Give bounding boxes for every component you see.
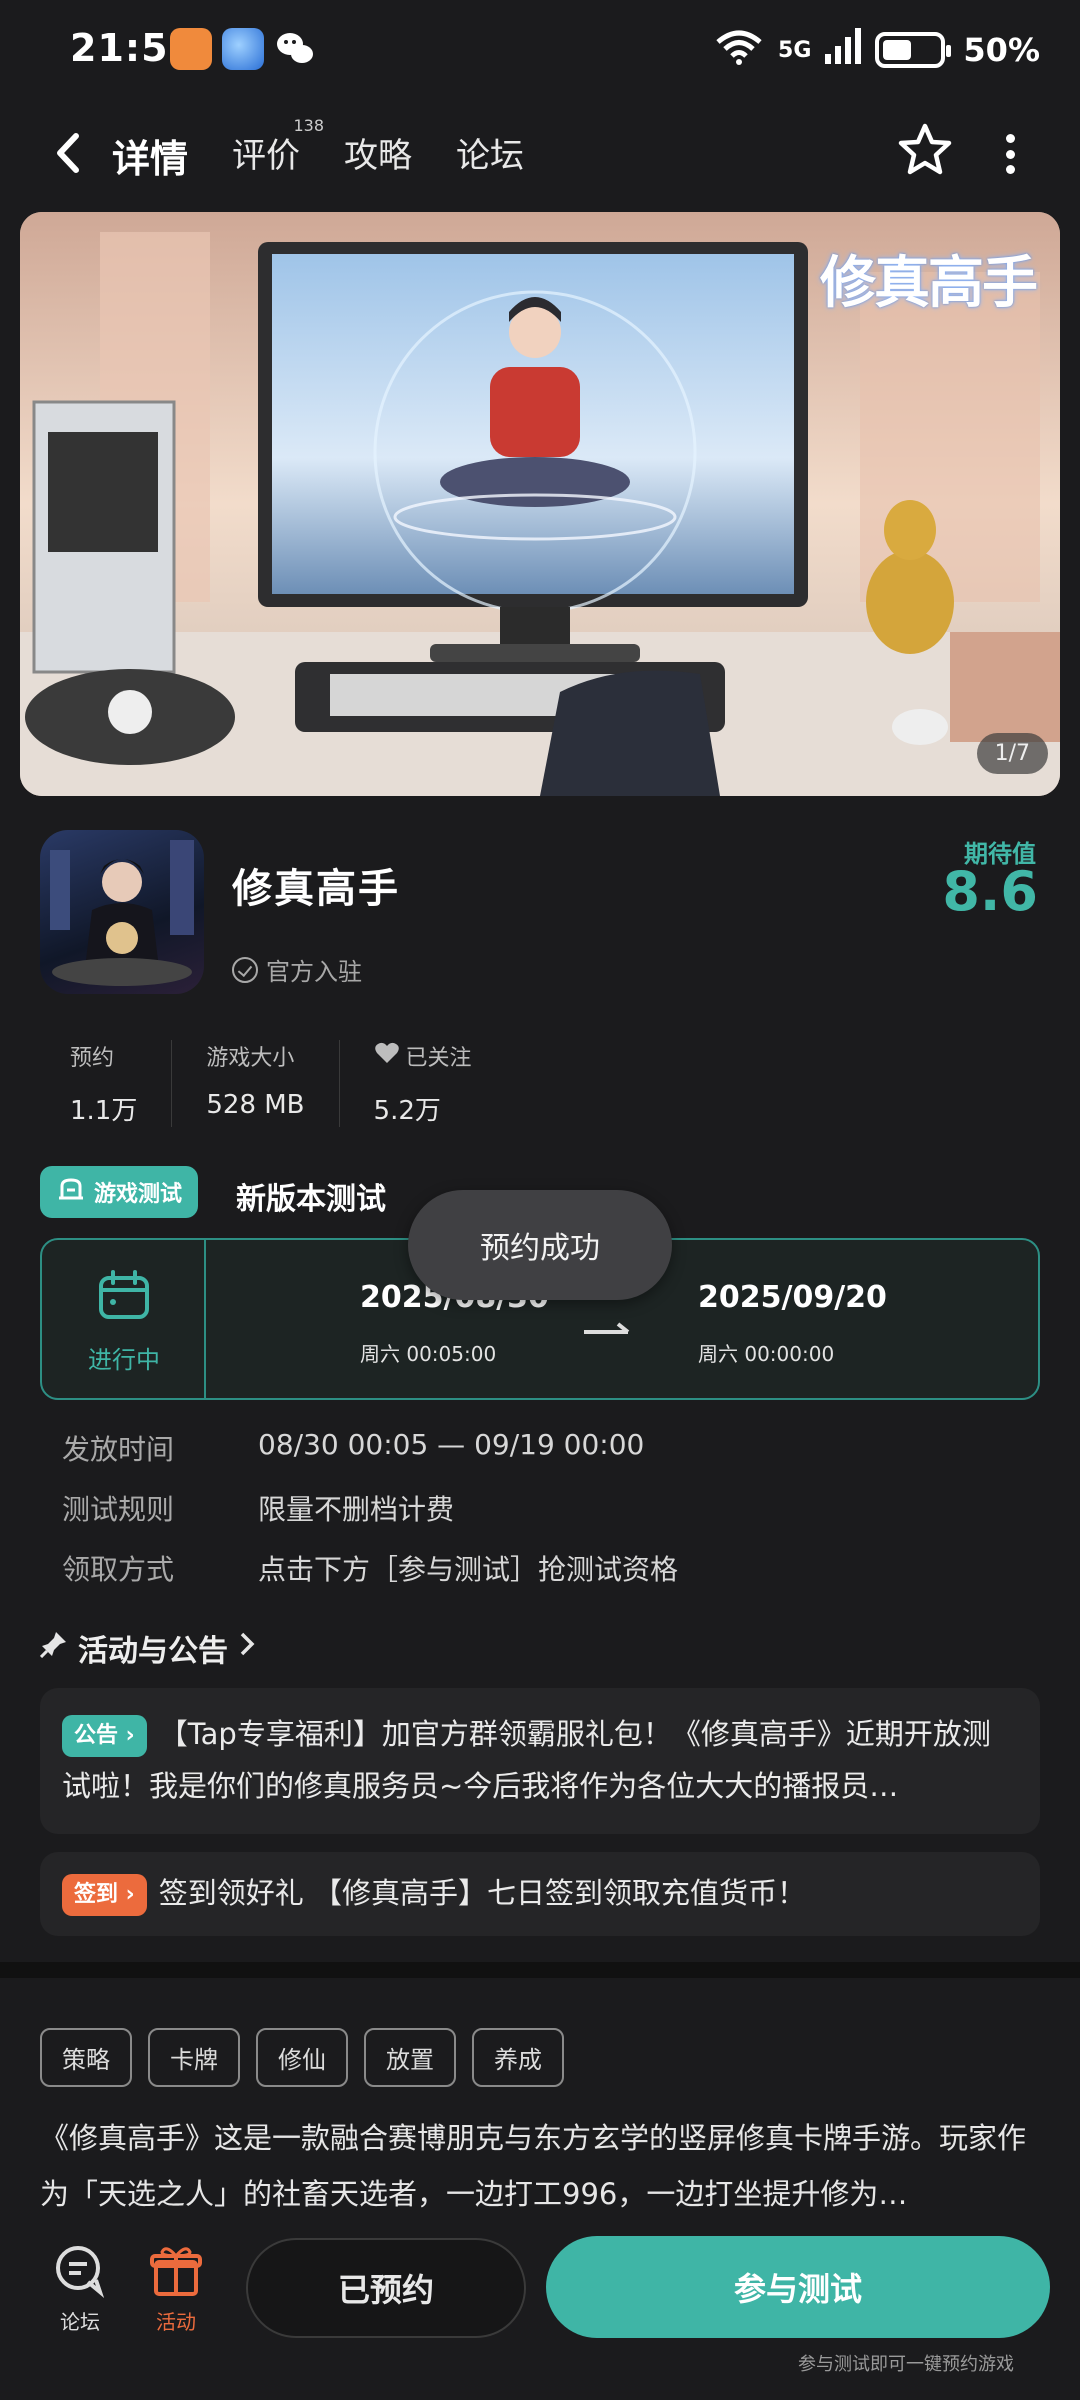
back-icon[interactable] bbox=[48, 128, 88, 178]
tab-guides[interactable]: 攻略 bbox=[344, 128, 412, 183]
tag-strategy[interactable]: 策略 bbox=[40, 2028, 132, 2087]
game-stats: 预约 1.1万 游戏大小 528 MB 已关注 5.2万 bbox=[40, 1040, 506, 1127]
test-tube-icon bbox=[56, 1174, 86, 1210]
calendar-icon bbox=[98, 1270, 150, 1320]
reserved-button[interactable]: 已预约 bbox=[246, 2238, 526, 2338]
stat-followers[interactable]: 已关注 5.2万 bbox=[338, 1040, 506, 1127]
chevron-right-icon bbox=[238, 1630, 256, 1666]
announcement-pill: 公告 › bbox=[62, 1715, 147, 1757]
expectation-score: 8.6 bbox=[942, 860, 1038, 923]
tag-idle[interactable]: 放置 bbox=[364, 2028, 456, 2087]
check-circle-icon bbox=[232, 956, 258, 983]
game-description[interactable]: 《修真高手》这是一款融合赛博朋克与东方玄学的竖屏修真卡牌手游。玩家作为「天选之人… bbox=[40, 2110, 1050, 2222]
arrow-right-icon bbox=[582, 1320, 632, 1340]
checkin-pill: 签到 › bbox=[62, 1874, 147, 1916]
official-badge: 官方入驻 bbox=[232, 952, 362, 987]
test-end-time: 周六 00:00:00 bbox=[698, 1342, 835, 1366]
network-label: 5G bbox=[778, 37, 812, 63]
review-count-badge: 138 bbox=[293, 116, 325, 135]
game-tags: 策略 卡牌 修仙 放置 养成 bbox=[40, 2028, 564, 2087]
carousel-page-indicator: 1/7 bbox=[976, 733, 1048, 774]
top-nav: 详情 评价 138 攻略 论坛 bbox=[0, 110, 1080, 200]
test-title: 新版本测试 bbox=[236, 1182, 386, 1217]
tag-raising[interactable]: 养成 bbox=[472, 2028, 564, 2087]
rule-test-rule: 测试规则 限量不删档计费 bbox=[62, 1493, 455, 1526]
signal-icon bbox=[823, 26, 863, 74]
wechat-icon bbox=[274, 28, 316, 70]
favorite-star-icon[interactable] bbox=[895, 120, 955, 180]
heart-icon bbox=[374, 1041, 400, 1071]
tag-cultivation[interactable]: 修仙 bbox=[256, 2028, 348, 2087]
activities-announcements-link[interactable]: 活动与公告 bbox=[39, 1626, 256, 1670]
battery-icon bbox=[875, 32, 952, 68]
rule-claim-method: 领取方式 点击下方［参与测试］抢测试资格 bbox=[62, 1553, 679, 1586]
join-test-hint: 参与测试即可一键预约游戏 bbox=[798, 2354, 1014, 2375]
stat-size: 游戏大小 528 MB bbox=[171, 1040, 338, 1127]
screenshot-carousel[interactable]: 修真高手 1/7 bbox=[20, 212, 1060, 796]
reservation-success-toast: 预约成功 bbox=[408, 1190, 672, 1300]
bottom-action-bar: 论坛 活动 已预约 参与测试 参与测试即可一键预约游戏 bbox=[0, 2218, 1080, 2400]
pin-icon bbox=[39, 1630, 68, 1666]
announcement-item[interactable]: 公告 › 【Tap专享福利】加官方群领霸服礼包！《修真高手》近期开放测试啦！我是你… bbox=[40, 1688, 1040, 1834]
checkin-item[interactable]: 签到 › 签到领好礼 【修真高手】七日签到领取充值货币！ bbox=[40, 1852, 1040, 1936]
app-notification-icon bbox=[170, 28, 212, 70]
banner-game-logo: 修真高手 bbox=[820, 250, 1038, 316]
game-test-tag: 游戏测试 bbox=[40, 1166, 199, 1218]
test-start-time: 周六 00:05:00 bbox=[360, 1342, 497, 1366]
game-icon bbox=[40, 830, 204, 994]
test-rules: 发放时间 08/30 00:05 — 09/19 00:00 测试规则 限量不删档计… bbox=[62, 1428, 678, 1608]
test-status: 进行中 bbox=[88, 1346, 160, 1374]
tag-card[interactable]: 卡牌 bbox=[148, 2028, 240, 2087]
forum-button[interactable]: 论坛 bbox=[40, 2242, 120, 2335]
game-title: 修真高手 bbox=[232, 866, 400, 912]
status-bar: 21:57 5G 50% bbox=[0, 0, 1080, 100]
activity-button[interactable]: 活动 bbox=[136, 2242, 216, 2335]
tab-details[interactable]: 详情 bbox=[107, 128, 193, 191]
battery-percent: 50% bbox=[963, 31, 1040, 69]
test-end-date: 2025/09/20 bbox=[698, 1280, 887, 1315]
forum-chat-icon bbox=[52, 2242, 108, 2299]
rule-distribution-time: 发放时间 08/30 00:05 — 09/19 00:00 bbox=[62, 1428, 645, 1466]
stat-reservations: 预约 1.1万 bbox=[70, 1046, 138, 1126]
gift-icon bbox=[148, 2242, 204, 2298]
wifi-icon bbox=[712, 26, 766, 74]
tab-reviews[interactable]: 评价 138 bbox=[232, 116, 324, 183]
join-test-button[interactable]: 参与测试 bbox=[546, 2236, 1050, 2338]
more-options-icon[interactable] bbox=[1000, 134, 1020, 174]
section-divider bbox=[0, 1962, 1080, 1978]
tab-forum[interactable]: 论坛 bbox=[456, 128, 524, 183]
browser-notification-icon bbox=[222, 28, 264, 70]
